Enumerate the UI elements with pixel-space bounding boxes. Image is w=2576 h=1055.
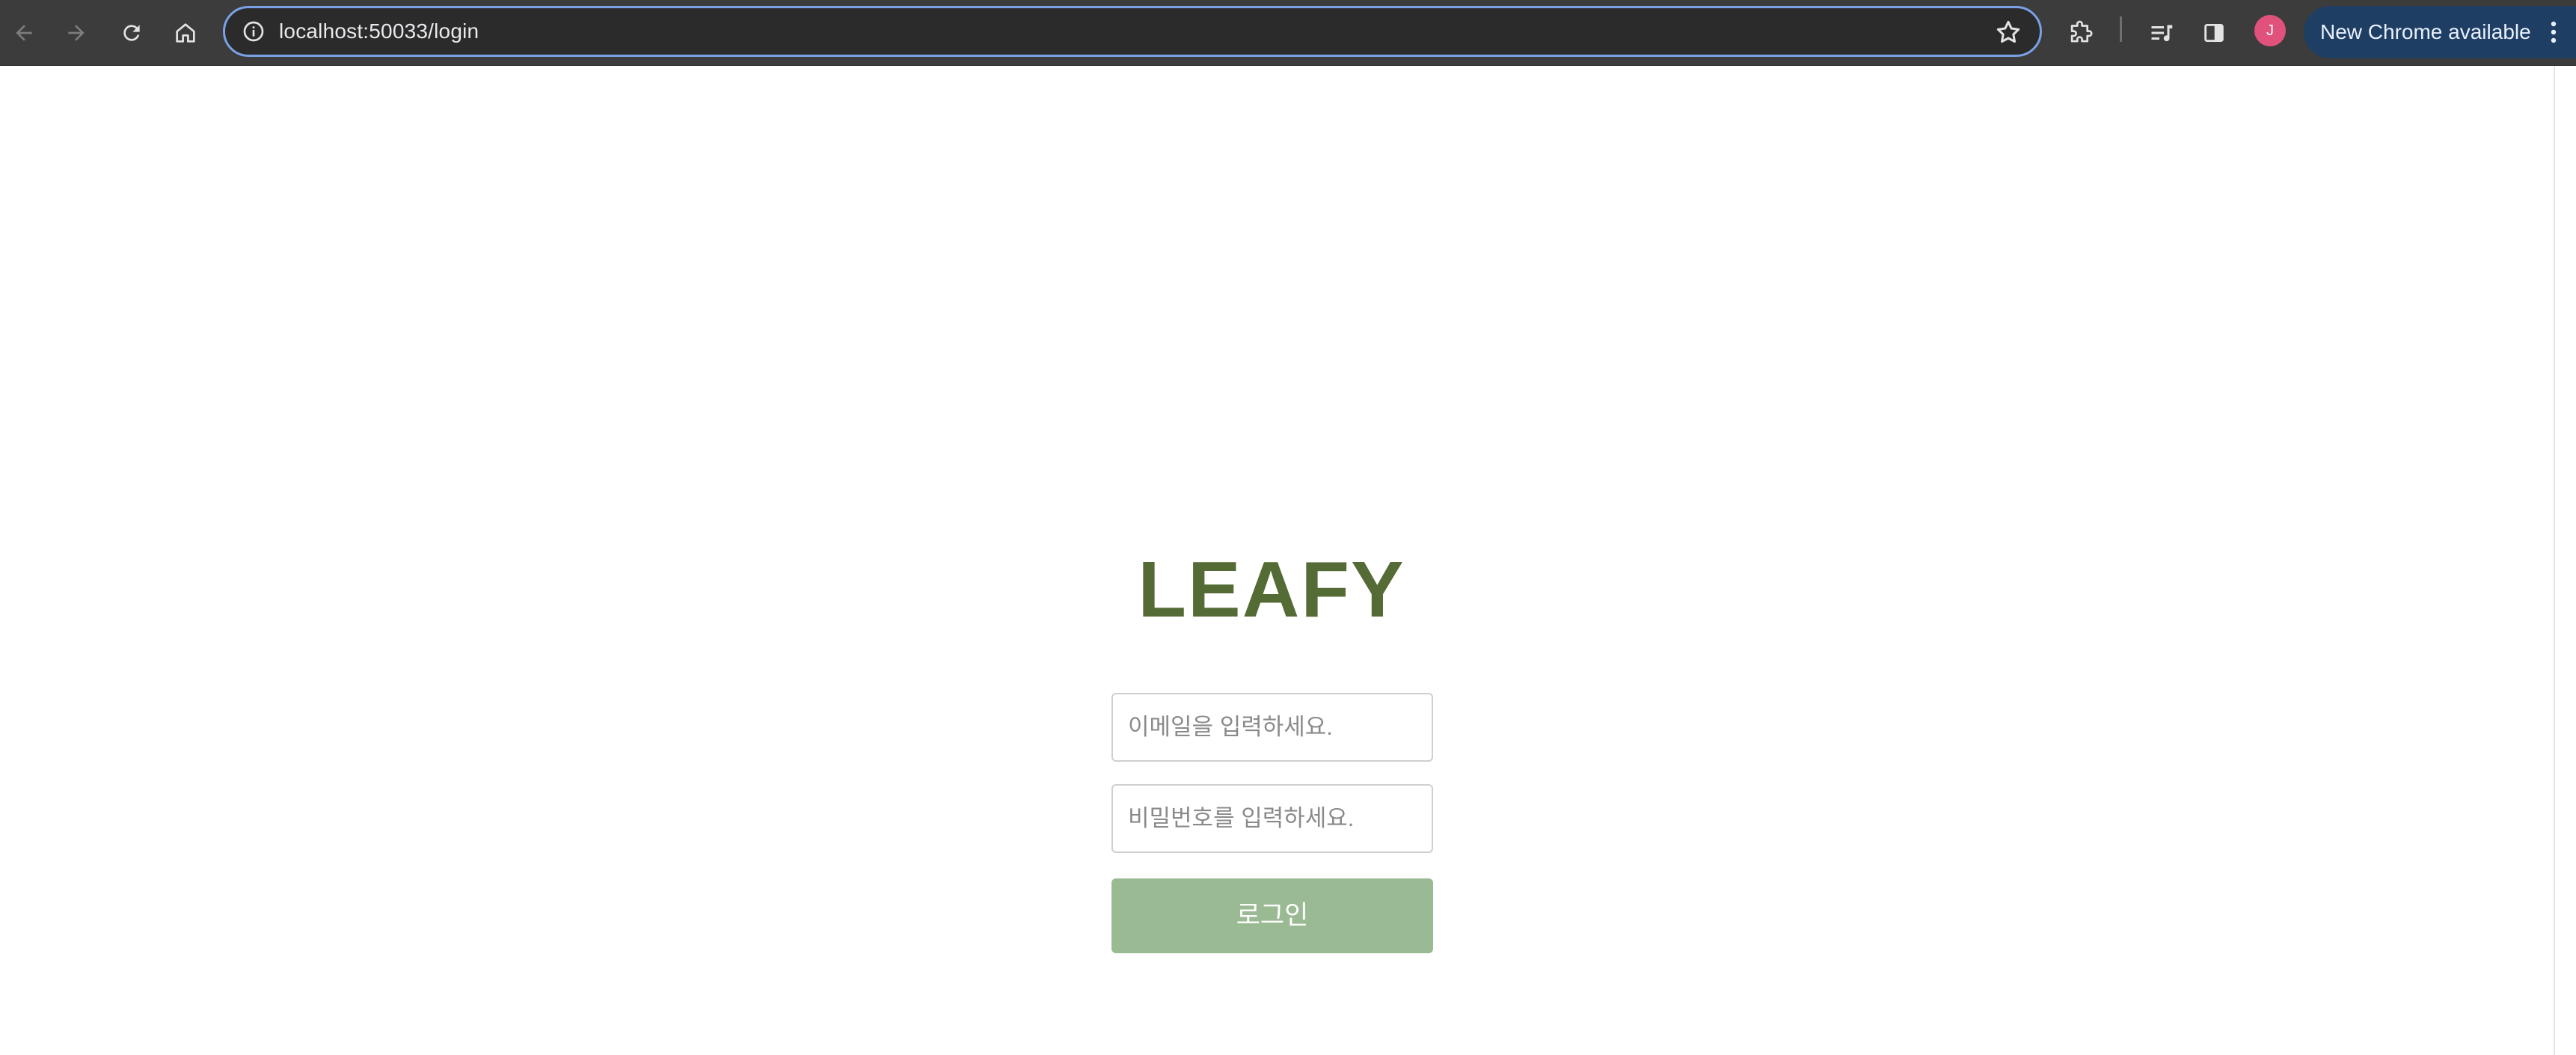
side-panel-icon <box>2204 23 2224 43</box>
address-bar[interactable]: localhost:50033/login <box>223 6 2042 57</box>
forward-button[interactable] <box>55 12 97 54</box>
forward-icon <box>68 25 85 41</box>
brand-logo: LEAFY <box>1138 545 1405 634</box>
profile-avatar[interactable]: J <box>2254 15 2286 46</box>
back-button[interactable] <box>3 12 45 54</box>
reading-list-button[interactable] <box>2141 12 2183 54</box>
browser-toolbar: localhost:50033/login J New Chrome avail… <box>0 0 2576 66</box>
site-info-icon[interactable] <box>242 19 266 43</box>
home-icon <box>176 23 195 43</box>
email-field[interactable] <box>1111 693 1433 762</box>
back-icon <box>16 25 32 41</box>
new-chrome-available-button[interactable]: New Chrome available <box>2304 6 2576 58</box>
url-text[interactable]: localhost:50033/login <box>279 8 479 55</box>
reading-list-icon <box>2151 25 2173 42</box>
page-viewport: LEAFY 로그인 <box>0 66 2576 1055</box>
reload-button[interactable] <box>111 12 153 54</box>
home-button[interactable] <box>165 12 206 54</box>
extensions-button[interactable] <box>2060 12 2102 54</box>
extensions-icon <box>2070 20 2093 43</box>
login-button[interactable]: 로그인 <box>1111 878 1433 953</box>
update-label: New Chrome available <box>2320 20 2531 43</box>
reload-icon <box>123 25 140 41</box>
kebab-menu-icon <box>2551 21 2557 43</box>
toolbar-divider <box>2120 16 2122 42</box>
side-panel-button[interactable] <box>2193 12 2235 54</box>
password-field[interactable] <box>1111 784 1433 853</box>
bookmark-star-icon[interactable] <box>1993 17 2023 47</box>
vertical-scrollbar[interactable] <box>2554 66 2555 1055</box>
